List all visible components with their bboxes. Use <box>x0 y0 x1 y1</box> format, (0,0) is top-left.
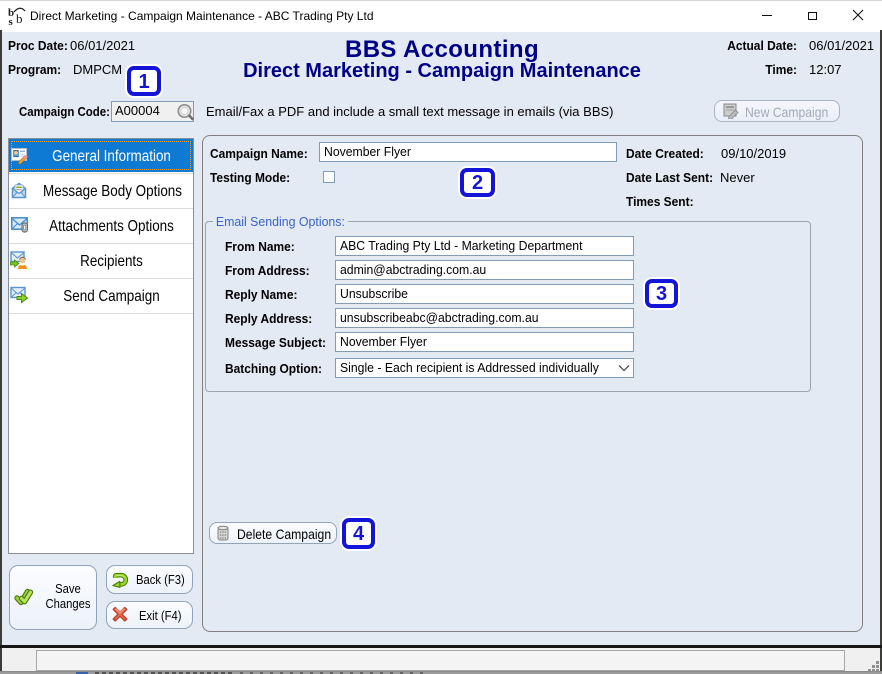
svg-text:s: s <box>9 16 14 26</box>
svg-text:b: b <box>16 11 23 26</box>
